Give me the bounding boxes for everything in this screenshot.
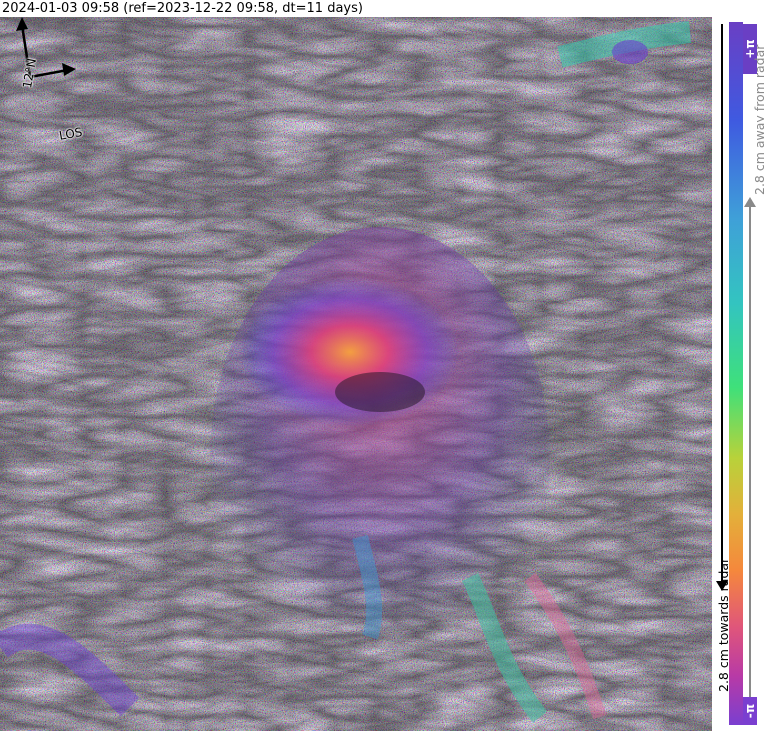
away-arrow-icon [744,197,756,207]
image-title: 2024-01-03 09:58 (ref=2023-12-22 09:58, … [2,1,363,16]
towards-arrow-line [721,24,723,584]
colorbar-bottom-label: -π [743,697,757,725]
away-from-radar-label: 2.8 cm away from radar [752,44,764,195]
compass-rose [16,17,76,79]
away-arrow-line [749,207,751,697]
colorbar: 2.8 cm towards radar +π -π 2.8 cm away f… [712,17,764,731]
phase-colorbar [729,22,743,725]
interferogram-fringes [0,17,712,731]
interferogram-image: 12°N LOS [0,17,712,731]
